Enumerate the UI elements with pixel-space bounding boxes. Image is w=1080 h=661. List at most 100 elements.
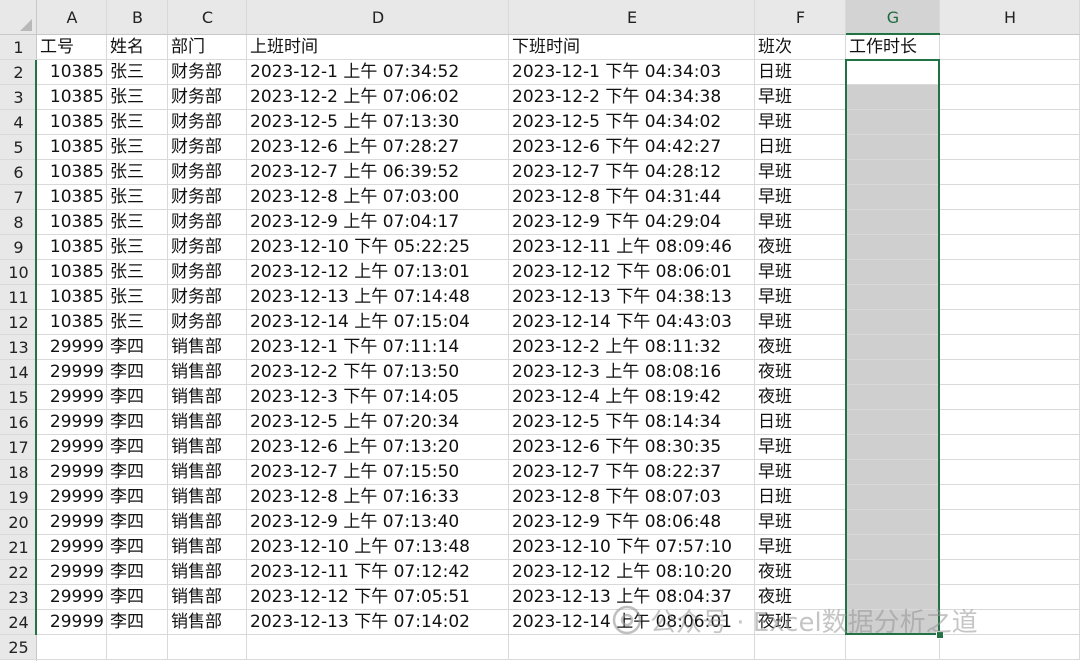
cell-f15[interactable]: 夜班 bbox=[755, 385, 846, 410]
cell-a17[interactable]: 29999 bbox=[37, 435, 107, 460]
cell-e10[interactable]: 2023-12-12 下午 08:06:01 bbox=[509, 260, 755, 285]
cell-a22[interactable]: 29999 bbox=[37, 560, 107, 585]
cell-f17[interactable]: 早班 bbox=[755, 435, 846, 460]
cell-c23[interactable]: 销售部 bbox=[168, 585, 247, 610]
cell-b24[interactable]: 李四 bbox=[107, 610, 168, 635]
cell-e2[interactable]: 2023-12-1 下午 04:34:03 bbox=[509, 60, 755, 85]
cell-c2[interactable]: 财务部 bbox=[168, 60, 247, 85]
cell-e6[interactable]: 2023-12-7 下午 04:28:12 bbox=[509, 160, 755, 185]
cell-d8[interactable]: 2023-12-9 上午 07:04:17 bbox=[247, 210, 509, 235]
cell-f11[interactable]: 早班 bbox=[755, 285, 846, 310]
cell-b8[interactable]: 张三 bbox=[107, 210, 168, 235]
header-cell-a[interactable]: 工号 bbox=[37, 35, 107, 60]
cell-c7[interactable]: 财务部 bbox=[168, 185, 247, 210]
cell-c10[interactable]: 财务部 bbox=[168, 260, 247, 285]
cell-d10[interactable]: 2023-12-12 上午 07:13:01 bbox=[247, 260, 509, 285]
cell-f4[interactable]: 早班 bbox=[755, 110, 846, 135]
cell-e13[interactable]: 2023-12-2 上午 08:11:32 bbox=[509, 335, 755, 360]
cell-b4[interactable]: 张三 bbox=[107, 110, 168, 135]
cell-a7[interactable]: 10385 bbox=[37, 185, 107, 210]
row-header-5[interactable]: 5 bbox=[0, 135, 37, 160]
cell-d12[interactable]: 2023-12-14 上午 07:15:04 bbox=[247, 310, 509, 335]
row-header-14[interactable]: 14 bbox=[0, 360, 37, 385]
cell-f7[interactable]: 早班 bbox=[755, 185, 846, 210]
cell-d14[interactable]: 2023-12-2 下午 07:13:50 bbox=[247, 360, 509, 385]
cell-a12[interactable]: 10385 bbox=[37, 310, 107, 335]
spreadsheet-grid[interactable]: A B C D E F G H 1 2 3 4 5 6 7 8 9 10 11 12 13 14 15 16 17 18 19 20 2… bbox=[0, 0, 1080, 661]
cell-c12[interactable]: 财务部 bbox=[168, 310, 247, 335]
cell-e9[interactable]: 2023-12-11 上午 08:09:46 bbox=[509, 235, 755, 260]
row-header-9[interactable]: 9 bbox=[0, 235, 37, 260]
cell-d18[interactable]: 2023-12-7 上午 07:15:50 bbox=[247, 460, 509, 485]
row-header-13[interactable]: 13 bbox=[0, 335, 37, 360]
cell-f14[interactable]: 夜班 bbox=[755, 360, 846, 385]
row-header-8[interactable]: 8 bbox=[0, 210, 37, 235]
cell-e7[interactable]: 2023-12-8 下午 04:31:44 bbox=[509, 185, 755, 210]
row-header-2[interactable]: 2 bbox=[0, 60, 37, 85]
cell-e17[interactable]: 2023-12-6 下午 08:30:35 bbox=[509, 435, 755, 460]
row-header-20[interactable]: 20 bbox=[0, 510, 37, 535]
cell-b11[interactable]: 张三 bbox=[107, 285, 168, 310]
cell-c22[interactable]: 销售部 bbox=[168, 560, 247, 585]
cell-a18[interactable]: 29999 bbox=[37, 460, 107, 485]
row-header-4[interactable]: 4 bbox=[0, 110, 37, 135]
cell-a14[interactable]: 29999 bbox=[37, 360, 107, 385]
cell-a20[interactable]: 29999 bbox=[37, 510, 107, 535]
cell-d19[interactable]: 2023-12-8 上午 07:16:33 bbox=[247, 485, 509, 510]
cell-d2[interactable]: 2023-12-1 上午 07:34:52 bbox=[247, 60, 509, 85]
cell-f6[interactable]: 早班 bbox=[755, 160, 846, 185]
row-header-10[interactable]: 10 bbox=[0, 260, 37, 285]
cell-b13[interactable]: 李四 bbox=[107, 335, 168, 360]
cell-b17[interactable]: 李四 bbox=[107, 435, 168, 460]
cell-c20[interactable]: 销售部 bbox=[168, 510, 247, 535]
cell-b10[interactable]: 张三 bbox=[107, 260, 168, 285]
cell-a24[interactable]: 29999 bbox=[37, 610, 107, 635]
column-header-c[interactable]: C bbox=[168, 0, 247, 35]
cell-f18[interactable]: 早班 bbox=[755, 460, 846, 485]
cell-e16[interactable]: 2023-12-5 下午 08:14:34 bbox=[509, 410, 755, 435]
cell-e22[interactable]: 2023-12-12 上午 08:10:20 bbox=[509, 560, 755, 585]
cell-a23[interactable]: 29999 bbox=[37, 585, 107, 610]
cell-e5[interactable]: 2023-12-6 下午 04:42:27 bbox=[509, 135, 755, 160]
cell-c15[interactable]: 销售部 bbox=[168, 385, 247, 410]
cell-b15[interactable]: 李四 bbox=[107, 385, 168, 410]
cell-d13[interactable]: 2023-12-1 下午 07:11:14 bbox=[247, 335, 509, 360]
column-header-h[interactable]: H bbox=[940, 0, 1080, 35]
cell-d22[interactable]: 2023-12-11 下午 07:12:42 bbox=[247, 560, 509, 585]
cell-b6[interactable]: 张三 bbox=[107, 160, 168, 185]
cell-e4[interactable]: 2023-12-5 下午 04:34:02 bbox=[509, 110, 755, 135]
cell-a3[interactable]: 10385 bbox=[37, 85, 107, 110]
cell-a15[interactable]: 29999 bbox=[37, 385, 107, 410]
cell-e11[interactable]: 2023-12-13 下午 04:38:13 bbox=[509, 285, 755, 310]
cell-f22[interactable]: 夜班 bbox=[755, 560, 846, 585]
cell-e18[interactable]: 2023-12-7 下午 08:22:37 bbox=[509, 460, 755, 485]
cell-f13[interactable]: 夜班 bbox=[755, 335, 846, 360]
row-header-24[interactable]: 24 bbox=[0, 610, 37, 635]
row-header-17[interactable]: 17 bbox=[0, 435, 37, 460]
cell-d17[interactable]: 2023-12-6 上午 07:13:20 bbox=[247, 435, 509, 460]
cell-f21[interactable]: 早班 bbox=[755, 535, 846, 560]
row-header-16[interactable]: 16 bbox=[0, 410, 37, 435]
header-cell-e[interactable]: 下班时间 bbox=[509, 35, 755, 60]
cell-b22[interactable]: 李四 bbox=[107, 560, 168, 585]
row-header-7[interactable]: 7 bbox=[0, 185, 37, 210]
cell-a5[interactable]: 10385 bbox=[37, 135, 107, 160]
cell-a2[interactable]: 10385 bbox=[37, 60, 107, 85]
cell-e19[interactable]: 2023-12-8 下午 08:07:03 bbox=[509, 485, 755, 510]
row-header-18[interactable]: 18 bbox=[0, 460, 37, 485]
cell-d6[interactable]: 2023-12-7 上午 06:39:52 bbox=[247, 160, 509, 185]
cell-a21[interactable]: 29999 bbox=[37, 535, 107, 560]
cell-e15[interactable]: 2023-12-4 上午 08:19:42 bbox=[509, 385, 755, 410]
row-header-25[interactable]: 25 bbox=[0, 635, 37, 660]
header-cell-g[interactable]: 工作时长 bbox=[846, 35, 940, 60]
cell-e12[interactable]: 2023-12-14 下午 04:43:03 bbox=[509, 310, 755, 335]
cell-c5[interactable]: 财务部 bbox=[168, 135, 247, 160]
cell-a19[interactable]: 29999 bbox=[37, 485, 107, 510]
cell-c6[interactable]: 财务部 bbox=[168, 160, 247, 185]
cell-b20[interactable]: 李四 bbox=[107, 510, 168, 535]
column-header-b[interactable]: B bbox=[107, 0, 168, 35]
header-cell-b[interactable]: 姓名 bbox=[107, 35, 168, 60]
row-header-15[interactable]: 15 bbox=[0, 385, 37, 410]
cell-a11[interactable]: 10385 bbox=[37, 285, 107, 310]
cell-c9[interactable]: 财务部 bbox=[168, 235, 247, 260]
